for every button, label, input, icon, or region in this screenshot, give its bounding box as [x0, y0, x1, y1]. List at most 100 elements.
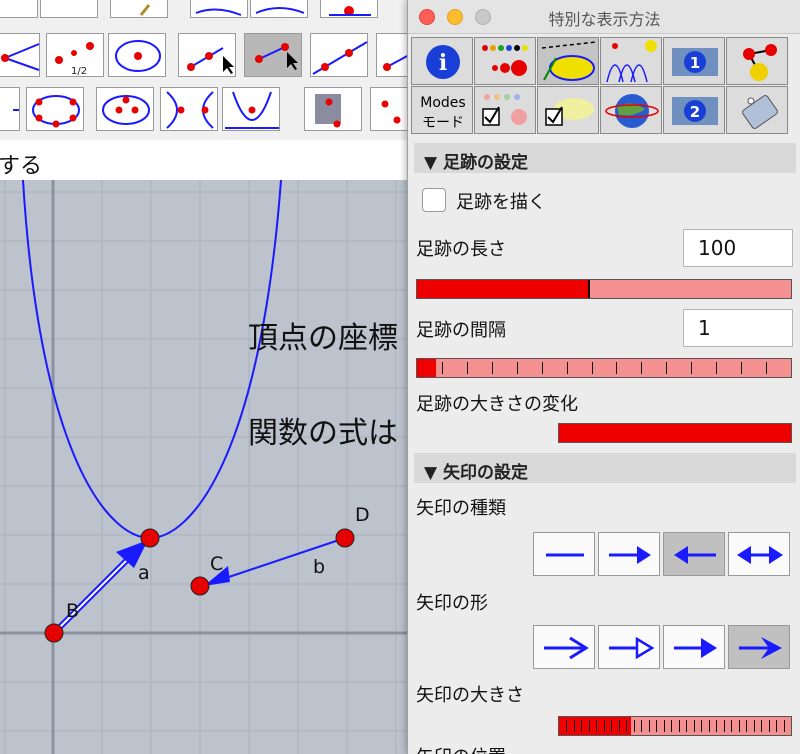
trace-interval-field[interactable]: 1 — [683, 309, 793, 347]
tag-tab[interactable] — [726, 86, 788, 134]
colored-dots-icon — [482, 45, 528, 76]
trace-interval-slider[interactable] — [416, 358, 792, 378]
circle-tool-icon[interactable] — [108, 33, 166, 77]
filled-arrow-icon — [674, 638, 717, 658]
tool-row1-1[interactable] — [0, 0, 38, 18]
segment-select-tool-icon[interactable] — [244, 33, 302, 77]
ellipse-tool-icon[interactable] — [26, 87, 84, 131]
trace-length-fill — [417, 280, 590, 298]
trace-length-knob[interactable] — [588, 280, 591, 298]
slider-tick — [716, 362, 718, 374]
globe-tab[interactable] — [600, 86, 662, 134]
midpoint-label: 1/2 — [71, 66, 87, 77]
line-tool-icon[interactable] — [310, 33, 368, 77]
layer2-tab[interactable]: 2 — [663, 86, 725, 134]
ellipse-points-tool-icon[interactable] — [96, 87, 154, 131]
slider-tick — [716, 720, 718, 732]
graph-canvas[interactable]: 頂点の座標 関数の式は a B C D b — [0, 180, 410, 754]
arrow-size-ticks — [559, 717, 791, 735]
slider-tick — [466, 362, 468, 374]
vertex-text: 頂点の座標 — [248, 321, 398, 356]
tool-row1-5[interactable] — [250, 0, 308, 18]
slider-tick — [618, 720, 620, 732]
parabola-tool-icon[interactable] — [222, 87, 280, 131]
slider-tick — [611, 720, 613, 732]
panel-title: 特別な表示方法 — [548, 10, 661, 29]
modes-tab[interactable]: Modes モード — [411, 86, 473, 134]
trace-interval-label: 足跡の間隔 — [416, 320, 506, 341]
arrow-type-both[interactable] — [728, 532, 790, 576]
tool-row1-6[interactable] — [320, 0, 378, 18]
label-a: a — [138, 562, 150, 584]
info-tab[interactable]: i — [411, 37, 473, 85]
slider-tick — [566, 720, 568, 732]
arrow-shape-barbed[interactable] — [728, 625, 790, 669]
segment-tool-icon[interactable] — [178, 33, 236, 77]
arrow-right-icon — [609, 546, 651, 564]
graph-svg — [0, 180, 410, 754]
trace-tab[interactable] — [600, 37, 662, 85]
locus-tool-icon[interactable] — [304, 87, 362, 131]
slider-tick — [603, 720, 605, 732]
arrow-size-slider[interactable] — [558, 716, 792, 736]
point-D — [335, 528, 355, 548]
slider-tick — [693, 720, 695, 732]
midpoint-tool-icon[interactable]: 1/2 — [46, 33, 104, 77]
slider-tick — [566, 362, 568, 374]
angle-tool-icon[interactable] — [0, 33, 40, 77]
slider-tick — [723, 720, 725, 732]
tool-row1-2[interactable] — [40, 0, 98, 18]
ellipse-style-icon — [541, 41, 597, 81]
tool-row1-3[interactable] — [110, 0, 168, 18]
arrow-size-label: 矢印の大きさ — [416, 685, 524, 706]
svg-text:2: 2 — [690, 103, 700, 121]
geometry-toolbar: 1/2 — [0, 0, 410, 140]
arrow-shape-open[interactable] — [533, 625, 595, 669]
layer-2-icon: 2 — [672, 97, 718, 125]
arrow-type-forward[interactable] — [598, 532, 660, 576]
slider-tick — [441, 362, 443, 374]
panel-titlebar[interactable]: 特別な表示方法 — [408, 0, 800, 34]
arrow-shape-filled[interactable] — [663, 625, 725, 669]
ray-tool-icon[interactable] — [376, 33, 410, 77]
arrow-type-label: 矢印の種類 — [416, 498, 506, 519]
point-a — [140, 528, 160, 548]
fill-tab[interactable] — [537, 86, 599, 134]
arrow-type-line[interactable] — [533, 532, 595, 576]
slider-tick — [708, 720, 710, 732]
globe-icon — [605, 94, 659, 128]
trace-length-slider[interactable] — [416, 279, 792, 299]
tool-row1-4[interactable] — [190, 0, 248, 18]
slider-tick — [753, 720, 755, 732]
slider-tick — [641, 720, 643, 732]
point-style-tab[interactable] — [474, 37, 536, 85]
slider-tick — [678, 720, 680, 732]
line-style-tab[interactable] — [537, 37, 599, 85]
point-on-object-tool-icon[interactable] — [370, 87, 410, 131]
objects-tab[interactable] — [726, 37, 788, 85]
trace-length-field[interactable]: 100 — [683, 229, 793, 267]
slider-tick — [671, 720, 673, 732]
trace-size-change-label: 足跡の大きさの変化 — [416, 394, 578, 415]
arrow-settings-header[interactable]: ▼ 矢印の設定 — [414, 453, 796, 483]
trace-settings-header[interactable]: ▼ 足跡の設定 — [414, 143, 796, 173]
arrow-tool-icon[interactable] — [0, 87, 20, 131]
draw-trace-label: 足跡を描く — [456, 192, 546, 213]
slider-tick — [731, 720, 733, 732]
layer1-tab[interactable]: 1 — [663, 37, 725, 85]
arrow-type-backward[interactable] — [663, 532, 725, 576]
parabola-curve — [22, 180, 282, 540]
label-B: B — [66, 600, 80, 622]
draw-trace-checkbox[interactable] — [422, 188, 446, 212]
visibility-tab[interactable] — [474, 86, 536, 134]
slider-tick — [641, 362, 643, 374]
svg-text:1: 1 — [690, 54, 700, 72]
slider-tick — [738, 720, 740, 732]
slider-tick — [616, 362, 618, 374]
molecule-icon — [743, 44, 777, 81]
slider-tick — [656, 720, 658, 732]
trace-size-change-slider[interactable] — [558, 423, 792, 443]
hyperbola-tool-icon[interactable] — [160, 87, 218, 131]
arrow-shape-hollow[interactable] — [598, 625, 660, 669]
slider-tick — [633, 720, 635, 732]
